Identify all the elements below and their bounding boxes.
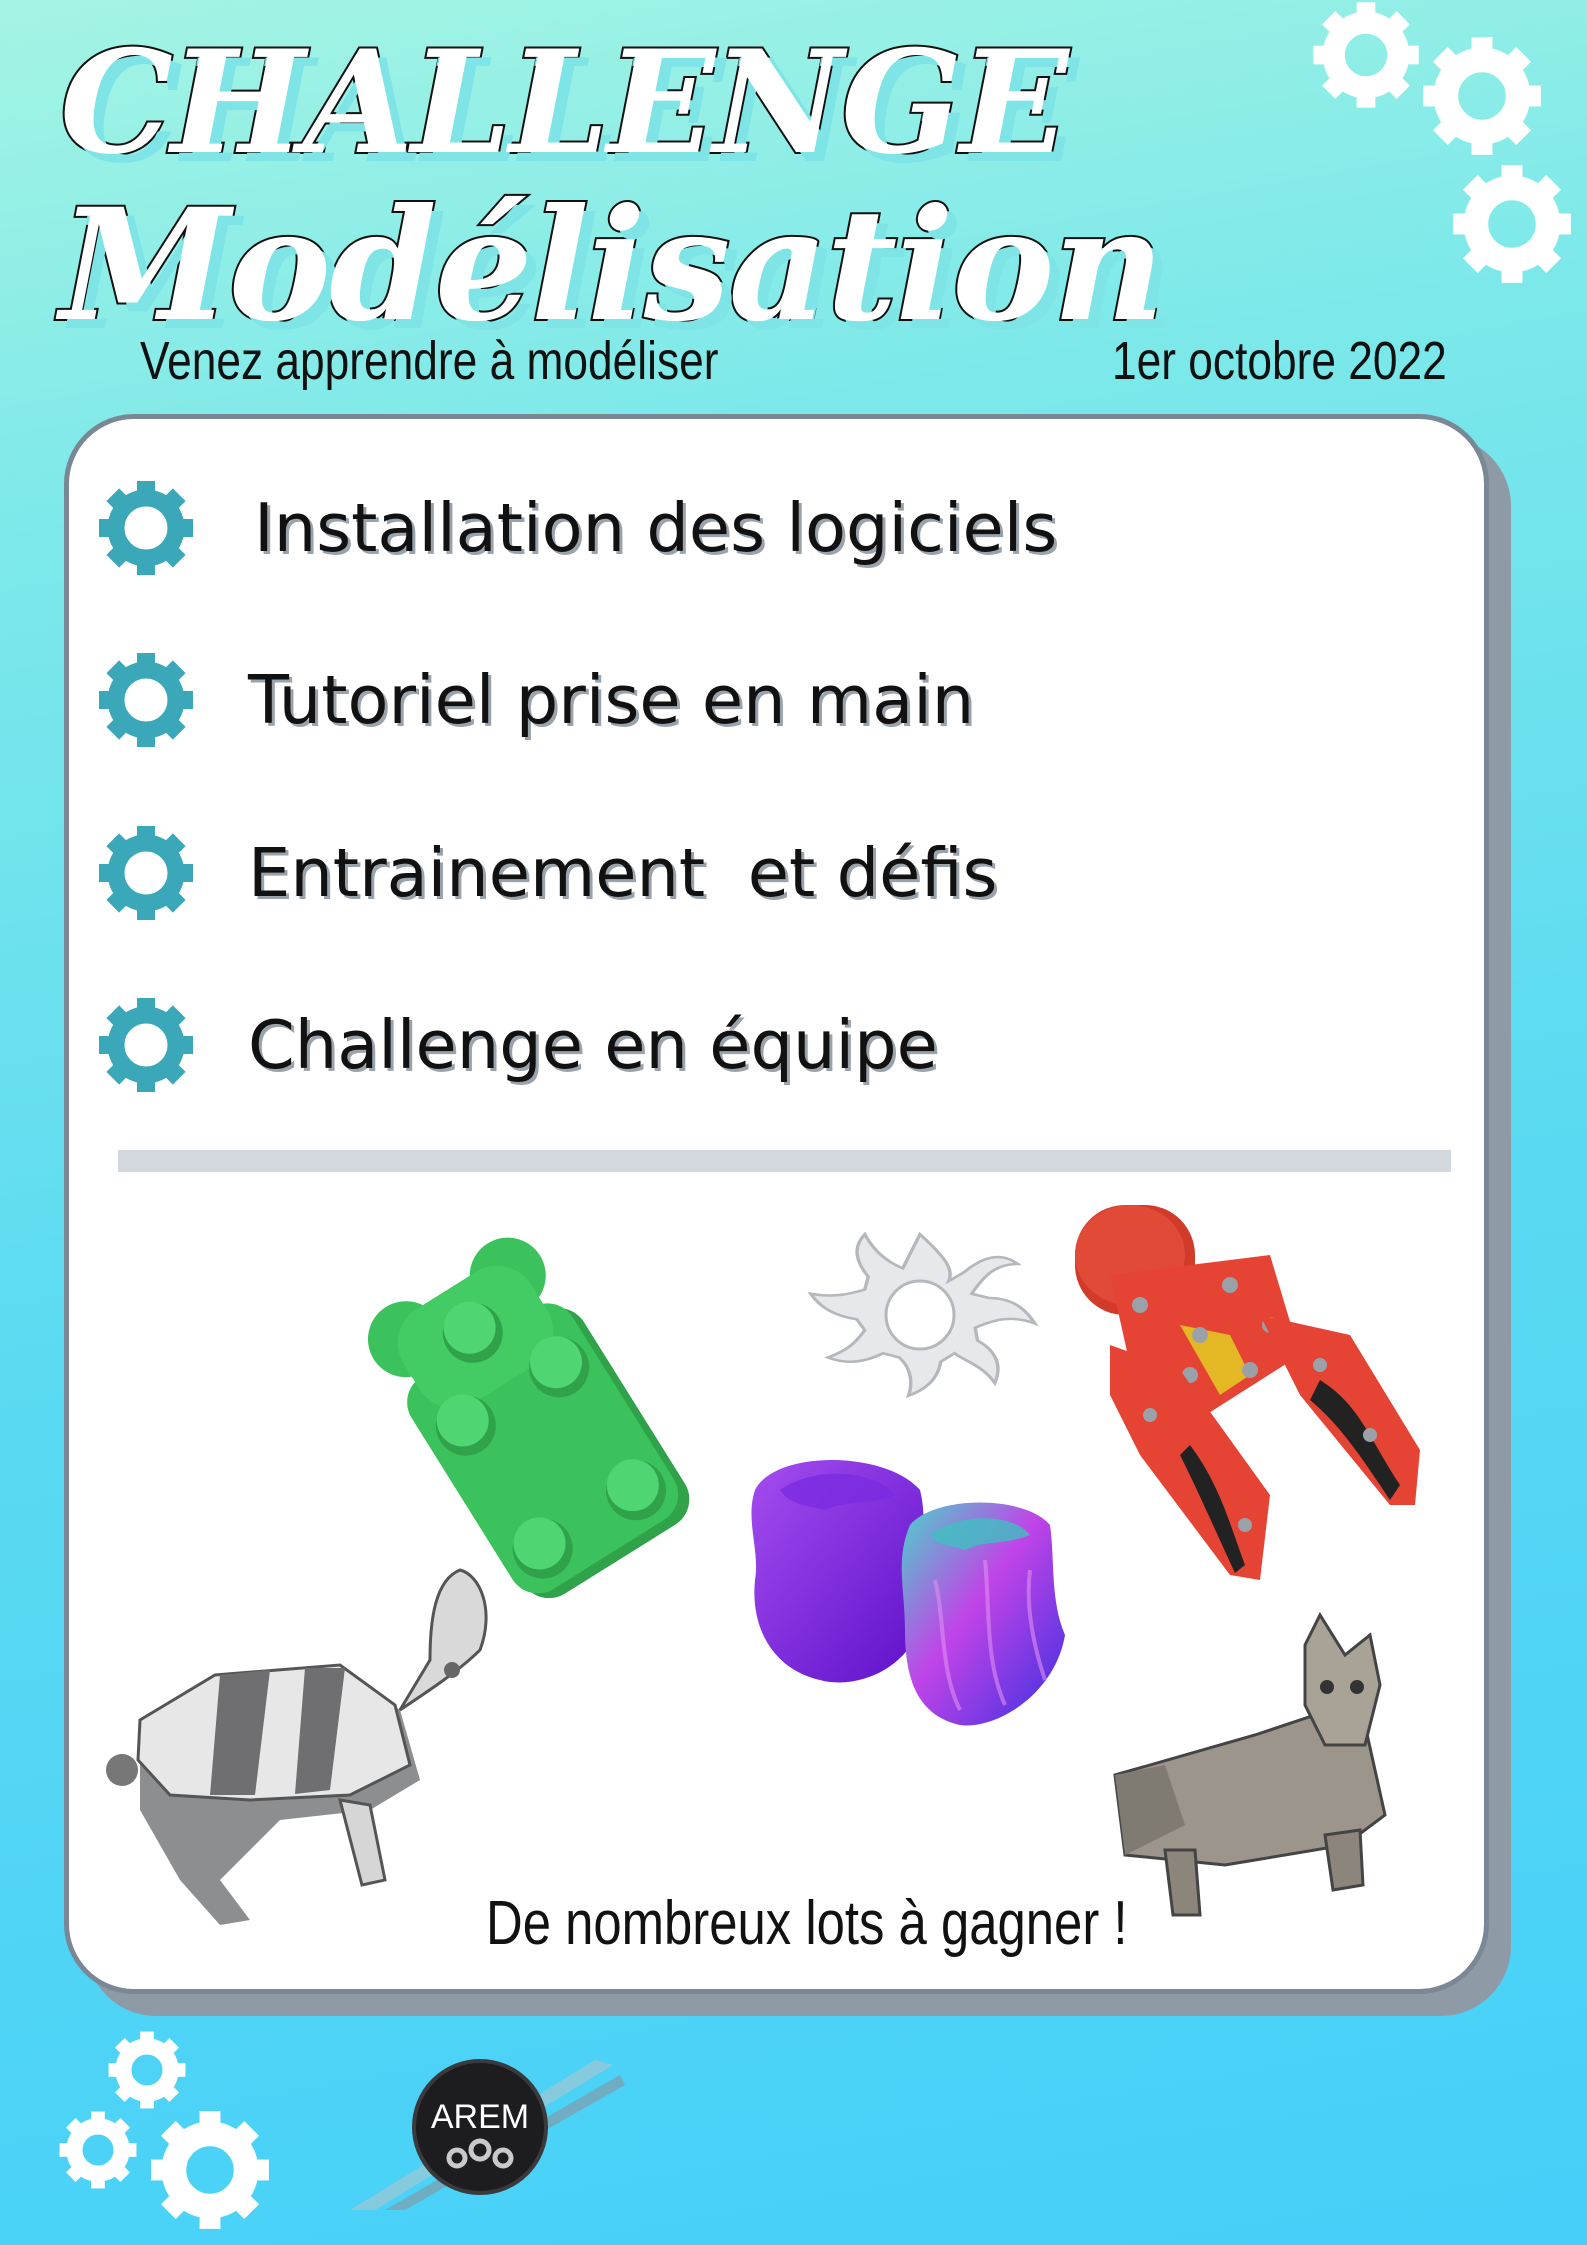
logo-text: AREM — [431, 2098, 529, 2136]
gear-icon — [99, 481, 193, 575]
event-date: 1er octobre 2022 — [1112, 331, 1447, 391]
gears-top-right-icon — [1300, 0, 1587, 300]
gear-icon — [99, 653, 193, 747]
program-item-label: Challenge en équipe — [248, 1006, 938, 1084]
program-item-team-challenge: Challenge en équipe — [96, 990, 938, 1100]
red-robot-gripper-model — [1075, 1205, 1420, 1580]
program-item-label: Tutoriel prise en main — [248, 661, 975, 739]
program-item-label: Entrainement et défis — [248, 834, 998, 912]
program-item-label: Installation des logiciels — [254, 489, 1058, 567]
title-modelisation: Modélisation — [58, 173, 1167, 358]
purple-rose-models — [751, 1460, 1065, 1726]
gear-icon — [99, 826, 193, 920]
subtitle-tagline: Venez apprendre à modéliser — [140, 331, 719, 391]
program-item-training: Entrainement et défis — [96, 818, 997, 928]
sun-shape-model — [807, 1231, 1039, 1399]
divider — [118, 1150, 1451, 1172]
prizes-text: De nombreux lots à gagner ! — [486, 1889, 1128, 1958]
gear-icon — [99, 998, 193, 1092]
corgi-dog-model — [1113, 1611, 1387, 1917]
arem-logo: AREM — [350, 2059, 625, 2210]
title-challenge: CHALLENGE — [58, 18, 1071, 188]
program-item-tutorial: Tutoriel prise en main — [96, 645, 974, 755]
rabbit-model — [106, 1568, 488, 1925]
gears-bottom-left-icon — [40, 2020, 290, 2245]
program-item-installation: Installation des logiciels — [96, 473, 1057, 583]
